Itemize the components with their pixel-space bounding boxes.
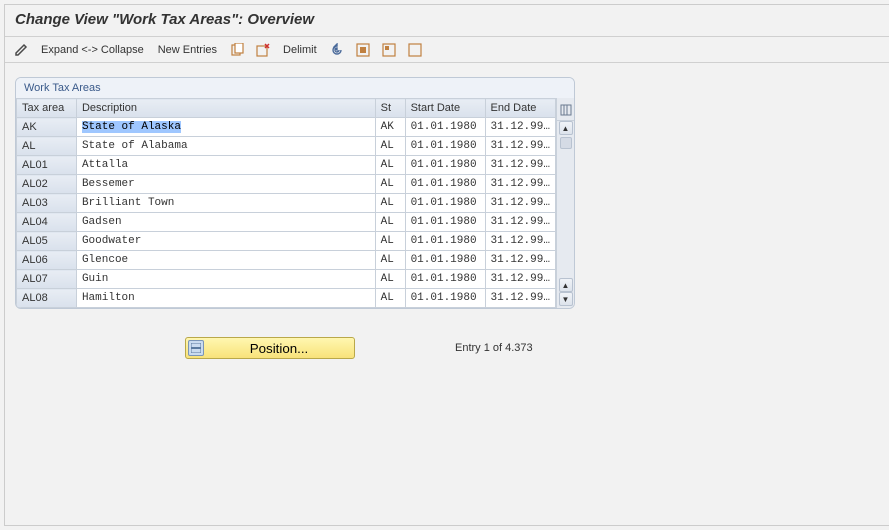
table-row[interactable]: AL05GoodwaterAL01.01.198031.12.99… — [17, 232, 556, 251]
cell-tax-area[interactable]: AK — [17, 118, 77, 137]
table-row[interactable]: AKState of AlaskaAK01.01.198031.12.99… — [17, 118, 556, 137]
table-row[interactable]: AL07GuinAL01.01.198031.12.99… — [17, 270, 556, 289]
cell-end-date[interactable]: 31.12.99… — [485, 137, 555, 156]
cell-tax-area[interactable]: AL01 — [17, 156, 77, 175]
cell-st[interactable]: AL — [375, 232, 405, 251]
column-config-icon[interactable] — [557, 100, 574, 121]
cell-tax-area[interactable]: AL08 — [17, 289, 77, 308]
cell-st[interactable]: AL — [375, 270, 405, 289]
scroll-up-page-button[interactable]: ▲ — [559, 278, 573, 292]
position-button[interactable]: Position... — [185, 337, 355, 359]
cell-start-date[interactable]: 01.01.1980 — [405, 213, 485, 232]
cell-end-date[interactable]: 31.12.99… — [485, 270, 555, 289]
vertical-scrollbar[interactable]: ▲ ▲ ▼ — [556, 98, 574, 308]
expand-collapse-button[interactable]: Expand <-> Collapse — [39, 44, 146, 56]
table-row[interactable]: AL08HamiltonAL01.01.198031.12.99… — [17, 289, 556, 308]
scroll-up-button[interactable]: ▲ — [559, 121, 573, 135]
data-grid: Tax area Description St Start Date End D… — [16, 98, 556, 308]
deselect-all-icon[interactable] — [407, 42, 423, 58]
entry-counter: Entry 1 of 4.373 — [455, 342, 533, 354]
table-row[interactable]: AL01AttallaAL01.01.198031.12.99… — [17, 156, 556, 175]
cell-end-date[interactable]: 31.12.99… — [485, 175, 555, 194]
cell-tax-area[interactable]: AL03 — [17, 194, 77, 213]
cell-start-date[interactable]: 01.01.1980 — [405, 232, 485, 251]
scroll-thumb[interactable] — [560, 137, 572, 149]
work-tax-areas-panel: Work Tax Areas Tax area Description St S… — [15, 77, 575, 309]
cell-tax-area[interactable]: AL04 — [17, 213, 77, 232]
cell-description[interactable]: Goodwater — [76, 232, 375, 251]
new-entries-button[interactable]: New Entries — [156, 44, 219, 56]
cell-start-date[interactable]: 01.01.1980 — [405, 289, 485, 308]
cell-description[interactable]: State of Alabama — [76, 137, 375, 156]
table-row[interactable]: AL04GadsenAL01.01.198031.12.99… — [17, 213, 556, 232]
cell-description[interactable]: Bessemer — [76, 175, 375, 194]
cell-st[interactable]: AL — [375, 175, 405, 194]
cell-start-date[interactable]: 01.01.1980 — [405, 156, 485, 175]
panel-title: Work Tax Areas — [16, 78, 574, 98]
cell-end-date[interactable]: 31.12.99… — [485, 232, 555, 251]
toggle-edit-icon[interactable] — [13, 42, 29, 58]
cell-start-date[interactable]: 01.01.1980 — [405, 137, 485, 156]
table-row[interactable]: AL06GlencoeAL01.01.198031.12.99… — [17, 251, 556, 270]
cell-description[interactable]: Hamilton — [76, 289, 375, 308]
cell-st[interactable]: AL — [375, 289, 405, 308]
cell-end-date[interactable]: 31.12.99… — [485, 251, 555, 270]
col-header-start-date[interactable]: Start Date — [405, 99, 485, 118]
cell-st[interactable]: AL — [375, 156, 405, 175]
position-label: Position... — [210, 341, 348, 356]
cell-tax-area[interactable]: AL02 — [17, 175, 77, 194]
cell-st[interactable]: AL — [375, 213, 405, 232]
col-header-st[interactable]: St — [375, 99, 405, 118]
cell-description[interactable]: Attalla — [76, 156, 375, 175]
col-header-tax-area[interactable]: Tax area — [17, 99, 77, 118]
cell-description[interactable]: State of Alaska — [76, 118, 375, 137]
cell-start-date[interactable]: 01.01.1980 — [405, 270, 485, 289]
toolbar: Expand <-> Collapse New Entries Delimit — [5, 37, 889, 63]
cell-start-date[interactable]: 01.01.1980 — [405, 194, 485, 213]
cell-end-date[interactable]: 31.12.99… — [485, 213, 555, 232]
copy-with-delete-icon[interactable] — [255, 42, 271, 58]
cell-description[interactable]: Gadsen — [76, 213, 375, 232]
copy-icon[interactable] — [229, 42, 245, 58]
cell-tax-area[interactable]: AL05 — [17, 232, 77, 251]
cell-st[interactable]: AK — [375, 118, 405, 137]
col-header-end-date[interactable]: End Date — [485, 99, 555, 118]
cell-tax-area[interactable]: AL07 — [17, 270, 77, 289]
cell-st[interactable]: AL — [375, 137, 405, 156]
cell-start-date[interactable]: 01.01.1980 — [405, 118, 485, 137]
undo-icon[interactable] — [329, 42, 345, 58]
cell-end-date[interactable]: 31.12.99… — [485, 156, 555, 175]
table-row[interactable]: AL02BessemerAL01.01.198031.12.99… — [17, 175, 556, 194]
cell-start-date[interactable]: 01.01.1980 — [405, 175, 485, 194]
cell-st[interactable]: AL — [375, 251, 405, 270]
position-icon — [188, 340, 204, 356]
cell-end-date[interactable]: 31.12.99… — [485, 118, 555, 137]
cell-start-date[interactable]: 01.01.1980 — [405, 251, 485, 270]
cell-description[interactable]: Guin — [76, 270, 375, 289]
select-all-icon[interactable] — [355, 42, 371, 58]
cell-end-date[interactable]: 31.12.99… — [485, 289, 555, 308]
cell-end-date[interactable]: 31.12.99… — [485, 194, 555, 213]
table-row[interactable]: ALState of AlabamaAL01.01.198031.12.99… — [17, 137, 556, 156]
page-title: Change View "Work Tax Areas": Overview — [5, 5, 889, 37]
cell-description[interactable]: Brilliant Town — [76, 194, 375, 213]
cell-st[interactable]: AL — [375, 194, 405, 213]
col-header-description[interactable]: Description — [76, 99, 375, 118]
cell-tax-area[interactable]: AL06 — [17, 251, 77, 270]
table-row[interactable]: AL03Brilliant TownAL01.01.198031.12.99… — [17, 194, 556, 213]
scroll-down-button[interactable]: ▼ — [559, 292, 573, 306]
cell-description[interactable]: Glencoe — [76, 251, 375, 270]
select-block-icon[interactable] — [381, 42, 397, 58]
cell-tax-area[interactable]: AL — [17, 137, 77, 156]
delimit-button[interactable]: Delimit — [281, 44, 319, 56]
